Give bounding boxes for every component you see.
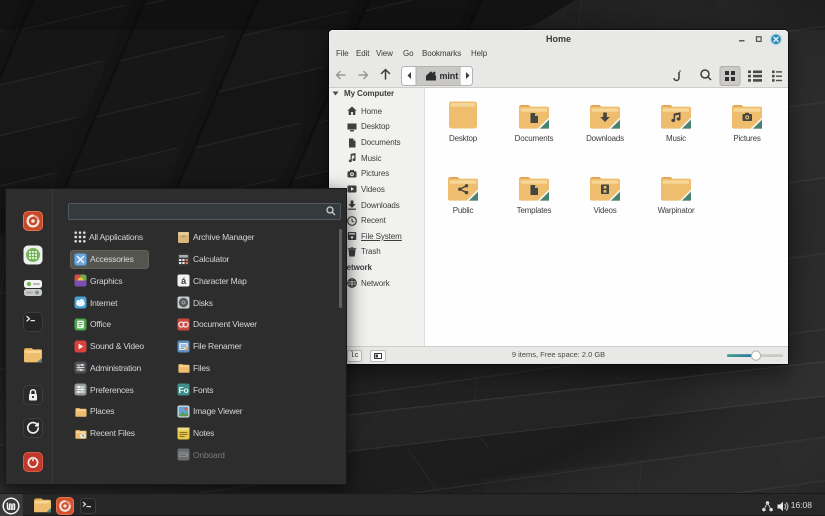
svg-text:Fo: Fo bbox=[178, 385, 188, 395]
svg-text:mint: mint bbox=[440, 71, 459, 81]
